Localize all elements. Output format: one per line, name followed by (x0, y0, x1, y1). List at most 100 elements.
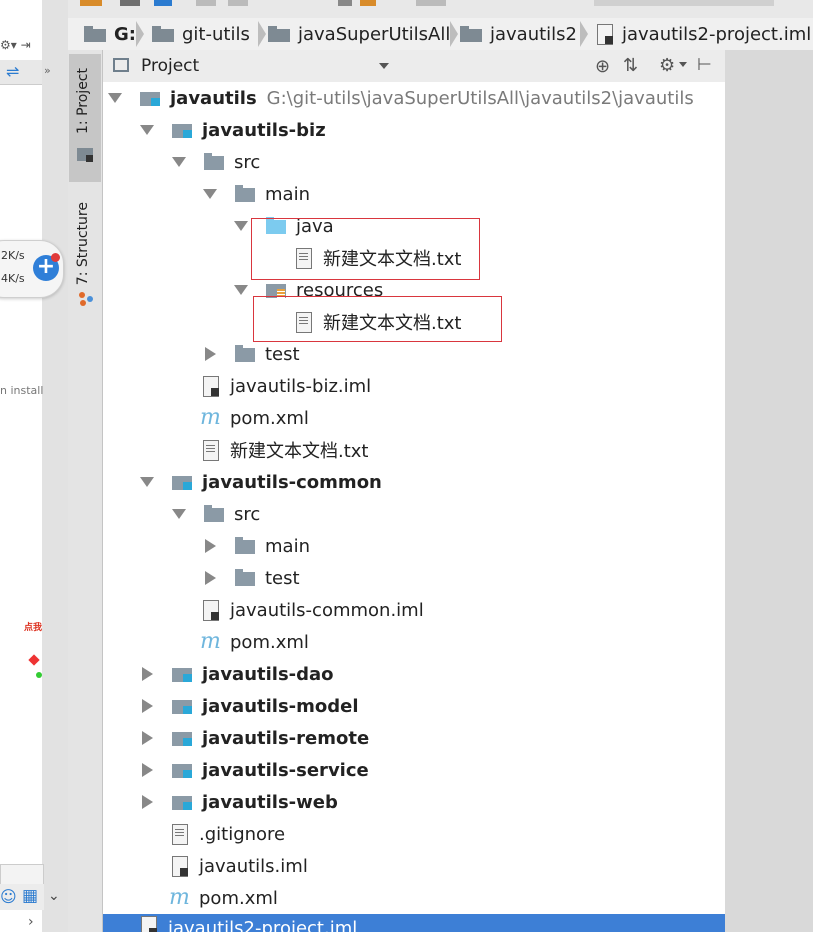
collapse-arrow-icon[interactable] (142, 731, 153, 745)
left-window-scrollbar[interactable] (42, 0, 68, 932)
editor-area (725, 50, 813, 932)
gear-dropdown-icon[interactable] (679, 62, 687, 67)
tree-node-javautils-web[interactable]: javautils-web (140, 786, 338, 818)
tree-node-common-src[interactable]: src (172, 498, 260, 530)
breadcrumb-javautils2[interactable]: javautils2 (460, 22, 577, 46)
iml-file-icon (200, 376, 222, 397)
maven-icon: m (200, 629, 221, 654)
annotation-box-resources (253, 296, 502, 342)
collapse-arrow-icon[interactable] (205, 347, 216, 361)
tree-node-gitignore[interactable]: .gitignore (169, 818, 285, 850)
tree-node-biz-txt[interactable]: 新建文本文档.txt (200, 434, 369, 466)
expand-arrow-icon[interactable] (140, 125, 154, 135)
left-toolbar: ⇌ (0, 60, 42, 85)
tree-node-label: test (265, 567, 300, 589)
toolbar-icon-2[interactable] (120, 0, 140, 6)
grid-icon[interactable]: ▦ (22, 886, 38, 906)
chevron-down-icon[interactable]: ⌄ (48, 888, 60, 904)
toolbar-icon-8[interactable] (416, 0, 446, 6)
speed-widget[interactable]: 2K/s 4K/s + (0, 240, 64, 298)
project-tab-icon-badge (86, 155, 93, 162)
user-icon[interactable]: ☺ (0, 887, 17, 906)
left-collapse-icon[interactable]: ⇌ (6, 62, 19, 81)
breadcrumb-project-iml[interactable]: javautils2-project.iml (594, 22, 811, 46)
tree-node-root-iml[interactable]: javautils.iml (169, 850, 308, 882)
tree-node-label: pom.xml (199, 887, 278, 909)
tree-node-javautils-common[interactable]: javautils-common (140, 466, 382, 498)
tree-node-common-iml[interactable]: javautils-common.iml (200, 594, 424, 626)
collapse-arrow-icon[interactable] (205, 571, 216, 585)
tree-node-label: src (234, 151, 261, 173)
tree-node-biz-main[interactable]: main (203, 178, 310, 210)
target-icon[interactable]: ⊕ (595, 56, 610, 77)
gear-icon[interactable]: ⚙ (659, 55, 675, 76)
breadcrumb-label: git-utils (182, 23, 250, 45)
expand-arrow-icon[interactable] (172, 509, 186, 519)
tree-node-label: javautils-common (202, 471, 382, 493)
tree-node-root[interactable]: javautils G:\git-utils\javaSuperUtilsAll… (108, 82, 694, 114)
folder-icon (268, 26, 290, 42)
chevron-right-icon[interactable]: › (28, 914, 34, 930)
module-folder-icon (172, 728, 194, 748)
folder-icon (84, 26, 106, 42)
expand-arrow-icon[interactable] (172, 157, 186, 167)
left-bottom-field[interactable] (0, 864, 44, 886)
tree-node-label: test (265, 343, 300, 365)
expand-arrow-icon[interactable] (234, 285, 248, 295)
tree-node-biz-test[interactable]: test (203, 338, 300, 370)
tree-node-label: 新建文本文档.txt (230, 441, 369, 462)
breadcrumb-separator (580, 21, 588, 47)
tree-node-javautils-dao[interactable]: javautils-dao (140, 658, 334, 690)
collapse-arrow-icon[interactable] (142, 763, 153, 777)
collapse-arrow-icon[interactable] (142, 699, 153, 713)
tree-node-biz-pom[interactable]: m pom.xml (200, 402, 309, 434)
tree-node-common-test[interactable]: test (203, 562, 300, 594)
toolbar-icon-3[interactable] (154, 0, 172, 6)
maven-icon: m (200, 405, 221, 430)
green-marker-icon (36, 672, 42, 678)
toolbar-icon-6[interactable] (338, 0, 352, 6)
tab-project[interactable]: 1: Project (69, 54, 101, 182)
toolbar-icon-5[interactable] (228, 0, 248, 6)
left-more-icon[interactable]: » (44, 64, 51, 77)
tree-node-javautils-service[interactable]: javautils-service (140, 754, 369, 786)
tree-node-project-iml[interactable]: javautils2-project.iml (138, 914, 357, 932)
left-window-panel (0, 0, 43, 932)
notification-dot (51, 253, 60, 262)
toolbar-icon-4[interactable] (196, 0, 216, 6)
project-view-selector[interactable]: Project (141, 56, 199, 76)
tree-node-biz-iml[interactable]: javautils-biz.iml (200, 370, 371, 402)
tree-node-javautils-biz[interactable]: javautils-biz (140, 114, 326, 146)
expand-arrow-icon[interactable] (203, 189, 217, 199)
tree-node-root-pom[interactable]: m pom.xml (169, 882, 278, 914)
breadcrumb-git-utils[interactable]: git-utils (152, 22, 250, 46)
collapse-icon[interactable]: ⇅ (623, 55, 638, 76)
expand-arrow-icon[interactable] (108, 93, 122, 103)
breadcrumb-separator (136, 21, 144, 47)
tree-node-common-pom[interactable]: m pom.xml (200, 626, 309, 658)
breadcrumb-label: javautils2 (490, 23, 578, 45)
breadcrumb-drive[interactable]: G: (84, 22, 136, 46)
toolbar-icon-1[interactable] (80, 0, 102, 6)
view-selector-dropdown-icon[interactable] (379, 63, 389, 69)
collapse-arrow-icon[interactable] (205, 539, 216, 553)
tree-node-common-main[interactable]: main (203, 530, 310, 562)
folder-icon (235, 344, 257, 364)
tree-node-biz-src[interactable]: src (172, 146, 260, 178)
tree-node-javautils-remote[interactable]: javautils-remote (140, 722, 369, 754)
tab-structure-label: 7: Structure (75, 202, 91, 286)
expand-arrow-icon[interactable] (140, 477, 154, 487)
tree-node-label: javautils-dao (202, 663, 334, 685)
collapse-arrow-icon[interactable] (142, 667, 153, 681)
left-gear-icon[interactable]: ⚙▾ ⇥ (0, 38, 42, 58)
tree-node-javautils-model[interactable]: javautils-model (140, 690, 359, 722)
toolbar-icon-7[interactable] (360, 0, 376, 6)
folder-icon (235, 536, 257, 556)
iml-file-icon (594, 24, 614, 45)
pin-icon[interactable]: ⊢ (697, 55, 712, 75)
tab-structure[interactable]: 7: Structure (69, 196, 101, 320)
collapse-arrow-icon[interactable] (142, 795, 153, 809)
toolbar-run-icons[interactable] (594, 0, 774, 6)
breadcrumb-javasuperutilsall[interactable]: javaSuperUtilsAll (268, 22, 450, 46)
expand-arrow-icon[interactable] (234, 221, 248, 231)
